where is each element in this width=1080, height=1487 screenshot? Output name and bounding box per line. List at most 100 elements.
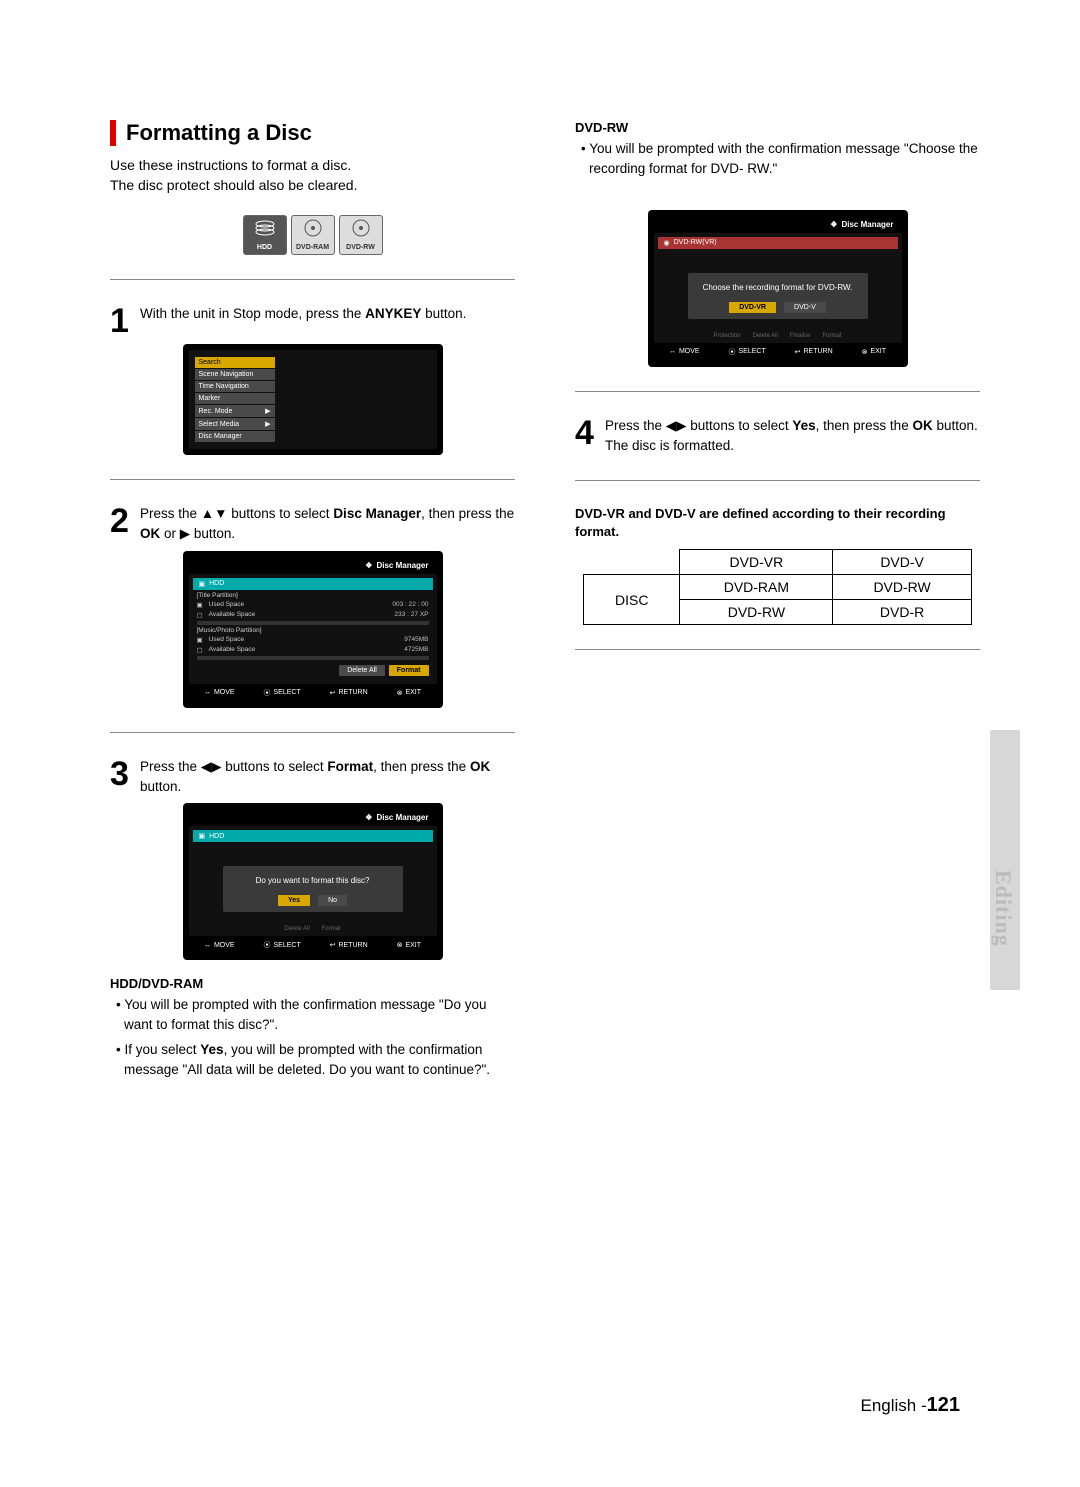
intro-text: Use these instructions to format a disc.… — [110, 156, 515, 195]
dvd-rw-heading: DVD-RW — [575, 120, 980, 135]
select-icon: ⦿ — [263, 940, 270, 950]
osd-menu-item[interactable]: Rec. Mode▶ — [195, 405, 275, 417]
osd-progress-bar — [197, 621, 429, 625]
step-2-number: 2 — [110, 504, 140, 538]
osd-modal-text: Choose the recording format for DVD-RW. — [702, 283, 854, 292]
side-tab-label: Editing — [990, 870, 1016, 947]
osd-format-button[interactable]: Format — [389, 665, 429, 676]
osd-menu-item[interactable]: Search — [195, 357, 275, 368]
step-1-text: With the unit in Stop mode, press the AN… — [140, 304, 515, 324]
osd-device-label: HDD — [209, 833, 224, 840]
select-icon: ⦿ — [263, 688, 270, 698]
osd-delete-all-button[interactable]: Delete All — [339, 665, 385, 676]
badge-hdd: HDD — [243, 215, 287, 255]
hdd-ram-bullet-2: If you select Yes, you will be prompted … — [124, 1040, 515, 1081]
divider — [575, 649, 980, 650]
format-table: DVD-VR DVD-V DISC DVD-RAM DVD-RW DVD-RW … — [583, 549, 972, 625]
badge-dvd-ram: DVD-RAM — [291, 215, 335, 255]
osd-title: Disc Manager — [654, 216, 902, 233]
divider — [575, 480, 980, 481]
exit-icon: ⊗ — [397, 689, 403, 697]
footer-language: English - — [860, 1396, 926, 1416]
exit-icon: ⊗ — [397, 941, 403, 949]
dvd-rw-bullets: You will be prompted with the confirmati… — [589, 139, 980, 180]
device-icon: ▣ — [199, 580, 206, 588]
step-4-number: 4 — [575, 416, 605, 450]
side-tab-strip — [990, 730, 1020, 990]
osd-modal-text: Do you want to format this disc? — [237, 876, 389, 885]
osd-menu-item[interactable]: Marker — [195, 393, 275, 404]
osd-bottom-bar: ↔MOVE ⦿SELECT ↩RETURN ⊗EXIT — [189, 684, 437, 702]
disc-icon: ◉ — [664, 239, 670, 247]
badge-dvd-rw: DVD-RW — [339, 215, 383, 255]
intro-line-1: Use these instructions to format a disc. — [110, 157, 351, 173]
modal-no-button[interactable]: No — [318, 895, 347, 906]
table-cell: DVD-RW — [680, 600, 833, 625]
move-icon: ↔ — [204, 689, 211, 696]
table-cell: DVD-R — [833, 600, 972, 625]
osd-dvd-rw-format: Disc Manager ◉DVD-RW(VR) Choose the reco… — [648, 210, 908, 367]
step-2-text: Press the ▲▼ buttons to select Disc Mana… — [140, 504, 515, 545]
return-icon: ↩ — [330, 941, 336, 949]
osd-title: Disc Manager — [189, 557, 437, 574]
page-footer: English - 121 — [0, 1394, 1080, 1417]
section-title: Formatting a Disc — [126, 120, 312, 146]
hdd-ram-bullet-1: You will be prompted with the confirmati… — [124, 995, 515, 1036]
divider — [110, 279, 515, 280]
osd-partition-music: [Music/Photo Partition] — [197, 627, 433, 634]
osd-bottom-bar: ↔MOVE ⦿SELECT ↩RETURN ⊗EXIT — [189, 936, 437, 954]
select-icon: ⦿ — [728, 347, 735, 357]
chevron-right-icon: ▶ — [265, 407, 270, 415]
step-3-text: Press the ◀▶ buttons to select Format, t… — [140, 757, 515, 798]
device-icon: ▣ — [199, 832, 206, 840]
osd-device-label: HDD — [209, 580, 224, 587]
divider — [110, 479, 515, 480]
osd-menu-item[interactable]: Select Media▶ — [195, 418, 275, 430]
divider — [575, 391, 980, 392]
table-header-v: DVD-V — [833, 550, 972, 575]
return-icon: ↩ — [330, 689, 336, 697]
disc-icon — [301, 219, 325, 237]
modal-dvd-vr-button[interactable]: DVD-VR — [729, 302, 776, 313]
osd-progress-bar — [197, 656, 429, 660]
badge-hdd-label: HDD — [257, 244, 272, 251]
badge-ram-label: DVD-RAM — [296, 244, 329, 251]
badge-rw-label: DVD-RW — [346, 244, 375, 251]
divider — [110, 732, 515, 733]
media-badges: HDD DVD-RAM DVD-RW — [110, 215, 515, 255]
osd-modal: Do you want to format this disc? Yes No — [223, 866, 403, 912]
hdd-icon — [253, 219, 277, 237]
modal-yes-button[interactable]: Yes — [278, 895, 310, 906]
osd-menu-item[interactable]: Scene Navigation — [195, 369, 275, 380]
table-cell: DVD-RAM — [680, 575, 833, 600]
table-cell: DVD-RW — [833, 575, 972, 600]
exit-icon: ⊗ — [862, 348, 868, 356]
dvd-rw-bullet-1: You will be prompted with the confirmati… — [589, 139, 980, 180]
osd-partition-title: [Title Partition] — [197, 592, 433, 599]
return-icon: ↩ — [795, 348, 801, 356]
modal-dvd-v-button[interactable]: DVD-V — [784, 302, 826, 313]
move-icon: ↔ — [204, 942, 211, 949]
step-3-number: 3 — [110, 757, 140, 791]
disc-icon — [349, 219, 373, 237]
format-note: DVD-VR and DVD-V are defined according t… — [575, 505, 980, 541]
intro-line-2: The disc protect should also be cleared. — [110, 177, 357, 193]
footer-page-number: 121 — [927, 1394, 960, 1417]
osd-title: Disc Manager — [189, 809, 437, 826]
table-row-label: DISC — [584, 575, 680, 625]
osd-modal: Choose the recording format for DVD-RW. … — [688, 273, 868, 319]
osd-anykey-menu: SearchScene NavigationTime NavigationMar… — [183, 344, 443, 455]
table-header-vr: DVD-VR — [680, 550, 833, 575]
osd-menu-item[interactable]: Time Navigation — [195, 381, 275, 392]
osd-disc-manager: Disc Manager ▣HDD [Title Partition] ▣Use… — [183, 551, 443, 708]
chevron-right-icon: ▶ — [265, 420, 270, 428]
move-icon: ↔ — [669, 348, 676, 355]
osd-format-confirm: Disc Manager ▣HDD Do you want to format … — [183, 803, 443, 960]
step-4-text: Press the ◀▶ buttons to select Yes, then… — [605, 416, 980, 457]
hdd-dvd-ram-heading: HDD/DVD-RAM — [110, 976, 515, 991]
section-accent-bar — [110, 120, 116, 146]
step-1-number: 1 — [110, 304, 140, 338]
osd-bottom-bar: ↔MOVE ⦿SELECT ↩RETURN ⊗EXIT — [654, 343, 902, 361]
hdd-ram-bullets: You will be prompted with the confirmati… — [124, 995, 515, 1080]
osd-menu-item[interactable]: Disc Manager — [195, 431, 275, 442]
